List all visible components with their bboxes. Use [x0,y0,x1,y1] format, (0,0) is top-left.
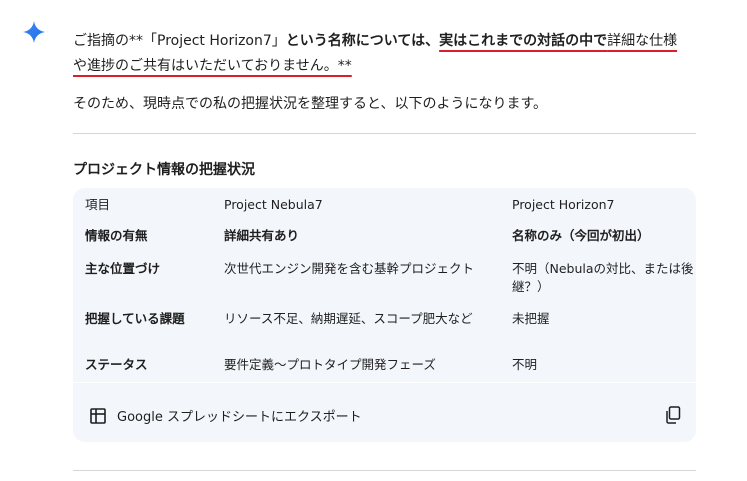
cell-horizon: 不明（Nebulaの対比、または後継？） [512,261,694,294]
response-paragraph-1: ご指摘の**「Project Horizon7」という名称については、実はこれま… [73,29,713,79]
row-label: ステータス [85,357,148,372]
cell-horizon: 未把握 [512,311,550,326]
cell-nebula: 詳細共有あり [224,228,300,243]
cell-nebula: 要件定義〜プロトタイプ開発フェーズ [224,357,436,372]
table-row: ステータス 要件定義〜プロトタイプ開発フェーズ 不明 [73,352,696,382]
table-row: 主な位置づけ 次世代エンジン開発を含む基幹プロジェクト 不明（Nebulaの対比… [73,252,696,302]
project-info-table: 項目 Project Nebula7 Project Horizon7 情報の有… [73,188,696,382]
divider-bottom [73,470,696,471]
divider-top [73,133,696,134]
copy-icon [666,406,681,424]
para1-prefix: ご指摘の**「Project Horizon7」 [73,33,286,49]
gemini-spark-icon [23,21,45,43]
cell-nebula: 次世代エンジン開発を含む基幹プロジェクト [224,261,475,276]
section-title: プロジェクト情報の把握状況 [73,162,255,178]
para1-bold-b: 実はこれまでの対話の中で [439,33,608,49]
table-row: 情報の有無 詳細共有あり 名称のみ（今回が初出） [73,220,696,252]
row-label: 情報の有無 [85,228,148,243]
table-grid-icon [90,407,106,424]
cell-horizon: 不明 [512,357,538,372]
row-label: 把握している課題 [85,311,185,326]
header-cell-horizon: Project Horizon7 [512,197,615,212]
table-card: 項目 Project Nebula7 Project Horizon7 情報の有… [73,188,696,442]
table-header-row: 項目 Project Nebula7 Project Horizon7 [73,188,696,220]
table-footer-divider [73,382,696,383]
row-label: 主な位置づけ [85,261,161,276]
para1-line2: や進捗のご共有はいただいておりません。** [73,58,352,74]
cell-horizon: 名称のみ（今回が初出） [512,228,650,243]
header-cell-item: 項目 [85,197,111,212]
response-paragraph-2: そのため、現時点での私の把握状況を整理すると、以下のようになります。 [73,96,548,112]
copy-button[interactable] [665,406,681,428]
cell-nebula: リソース不足、納期遅延、スコープ肥大など [224,311,473,326]
header-cell-nebula: Project Nebula7 [224,197,323,212]
export-label: Google スプレッドシートにエクスポート [117,410,362,425]
para1-tail: 詳細な仕様 [607,33,678,49]
para1-bold-a: という名称については、 [285,33,440,49]
export-to-sheets-button[interactable]: Google スプレッドシートにエクスポート [89,406,362,425]
table-row: 把握している課題 リソース不足、納期遅延、スコープ肥大など 未把握 [73,302,696,352]
